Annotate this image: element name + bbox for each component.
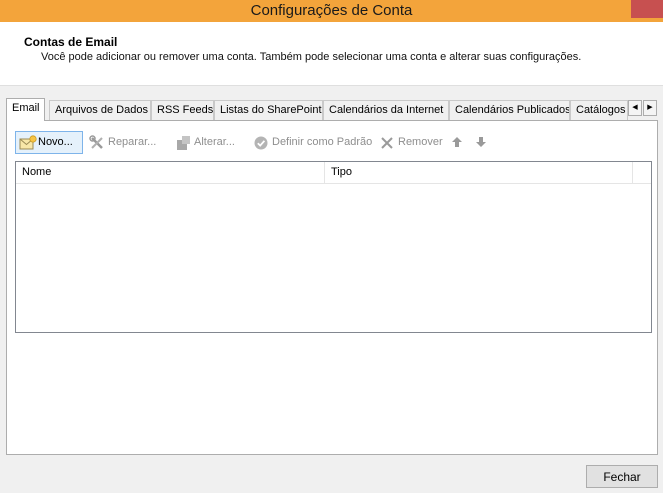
new-account-button[interactable]: Novo... [15, 131, 83, 154]
move-up-button[interactable] [445, 131, 469, 154]
header-description: Você pode adicionar ou remover uma conta… [41, 51, 582, 63]
arrow-up-icon [449, 134, 467, 150]
tab-scroll-right-button[interactable]: ▶ [643, 100, 657, 116]
account-list-header: Nome Tipo [16, 162, 651, 184]
tab-rss-feeds[interactable]: RSS Feeds [151, 100, 214, 120]
repair-button[interactable]: Reparar... [85, 131, 167, 154]
tools-icon [89, 134, 107, 151]
window-title: Configurações de Conta [250, 2, 413, 19]
close-button[interactable]: Fechar [586, 465, 658, 488]
tab-sharepoint-lists[interactable]: Listas do SharePoint [214, 100, 323, 120]
new-account-label: Novo... [38, 136, 73, 148]
tab-address-books[interactable]: Catálogos [570, 100, 628, 120]
repair-label: Reparar... [108, 136, 157, 148]
tab-data-files[interactable]: Arquivos de Dados [49, 100, 151, 120]
tab-internet-calendars[interactable]: Calendários da Internet [323, 100, 449, 120]
title-bar: Configurações de Conta [0, 0, 663, 22]
tab-email[interactable]: Email [6, 98, 45, 121]
change-icon [175, 135, 193, 151]
arrow-down-icon [473, 134, 491, 150]
change-label: Alterar... [194, 136, 235, 148]
dialog-header: Contas de Email Você pode adicionar ou r… [0, 22, 663, 86]
set-default-label: Definir como Padrão [272, 136, 373, 148]
tab-strip: Email Arquivos de Dados RSS Feeds Listas… [6, 98, 658, 121]
tab-published-calendars[interactable]: Calendários Publicados [449, 100, 570, 120]
remove-label: Remover [398, 136, 443, 148]
tab-scroll-left-button[interactable]: ◀ [628, 100, 642, 116]
change-button[interactable]: Alterar... [171, 131, 245, 154]
window-close-button[interactable] [631, 0, 663, 18]
move-down-button[interactable] [469, 131, 493, 154]
column-header-name[interactable]: Nome [16, 162, 325, 184]
check-circle-icon [253, 135, 271, 151]
account-toolbar: Novo... Reparar... Alterar... Definir co… [15, 131, 645, 155]
email-tab-panel: Novo... Reparar... Alterar... Definir co… [6, 120, 658, 455]
account-list[interactable]: Nome Tipo [15, 161, 652, 333]
column-header-type[interactable]: Tipo [325, 162, 633, 184]
header-title: Contas de Email [24, 35, 118, 49]
set-default-button[interactable]: Definir como Padrão [249, 131, 373, 154]
remove-button[interactable]: Remover [375, 131, 443, 154]
new-account-icon [19, 134, 37, 151]
remove-x-icon [379, 135, 397, 151]
